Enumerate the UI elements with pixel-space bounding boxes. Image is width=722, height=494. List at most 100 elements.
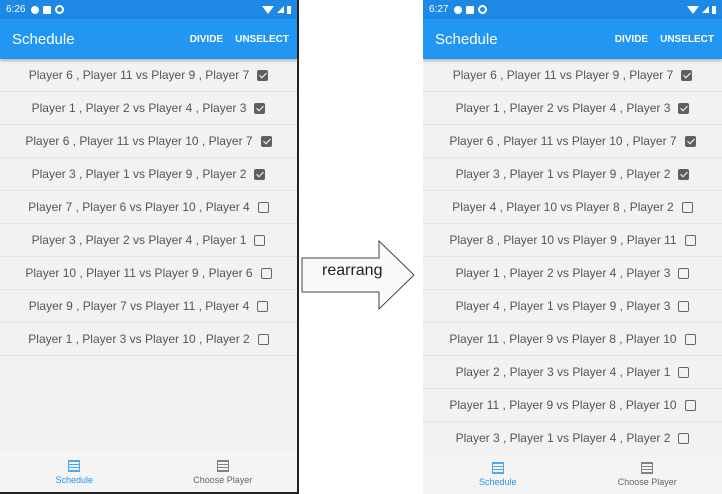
status-time: 6:27 xyxy=(429,4,449,15)
match-text: Player 3 , Player 2 vs Player 4 , Player… xyxy=(31,233,247,247)
match-text: Player 6 , Player 11 vs Player 10 , Play… xyxy=(449,134,677,148)
match-text: Player 6 , Player 11 vs Player 10 , Play… xyxy=(25,134,253,148)
match-text: Player 2 , Player 3 vs Player 4 , Player… xyxy=(455,365,671,379)
match-row[interactable]: Player 1 , Player 2 vs Player 4 , Player… xyxy=(423,257,722,290)
divide-button[interactable]: DIVIDE xyxy=(615,34,648,45)
schedule-icon xyxy=(68,459,81,472)
match-row[interactable]: Player 3 , Player 1 vs Player 9 , Player… xyxy=(423,158,722,191)
match-row[interactable]: Player 1 , Player 2 vs Player 4 , Player… xyxy=(423,92,722,125)
match-checkbox[interactable] xyxy=(678,267,690,279)
battery-icon xyxy=(287,5,291,14)
match-row[interactable]: Player 6 , Player 11 vs Player 10 , Play… xyxy=(0,125,297,158)
match-text: Player 3 , Player 1 vs Player 4 , Player… xyxy=(455,431,671,445)
nav-tab-schedule[interactable]: Schedule xyxy=(423,454,573,494)
match-checkbox[interactable] xyxy=(260,267,272,279)
match-row[interactable]: Player 2 , Player 3 vs Player 4 , Player… xyxy=(423,356,722,389)
match-text: Player 4 , Player 10 vs Player 8 , Playe… xyxy=(452,200,674,214)
match-row[interactable]: Player 6 , Player 11 vs Player 10 , Play… xyxy=(423,125,722,158)
match-checkbox[interactable] xyxy=(678,102,690,114)
bottom-navigation: Schedule Choose Player xyxy=(423,454,722,494)
match-row[interactable]: Player 11 , Player 9 vs Player 8 , Playe… xyxy=(423,323,722,356)
match-checkbox[interactable] xyxy=(260,135,272,147)
phone-screen-before: 6:26 Schedule DIVIDE UNSELECT Player 6 ,… xyxy=(0,0,299,494)
player-list-icon xyxy=(216,459,229,472)
match-row[interactable]: Player 3 , Player 2 vs Player 4 , Player… xyxy=(0,224,297,257)
player-list-icon xyxy=(641,461,654,474)
signal-icon xyxy=(702,6,709,13)
match-checkbox[interactable] xyxy=(257,333,269,345)
match-row[interactable]: Player 3 , Player 1 vs Player 4 , Player… xyxy=(423,422,722,455)
match-text: Player 3 , Player 1 vs Player 9 , Player… xyxy=(455,167,671,181)
match-row[interactable]: Player 6 , Player 11 vs Player 9 , Playe… xyxy=(0,59,297,92)
status-bar: 6:27 xyxy=(423,0,722,19)
match-checkbox[interactable] xyxy=(684,333,696,345)
match-checkbox[interactable] xyxy=(254,234,266,246)
settings-icon xyxy=(454,5,463,14)
match-text: Player 9 , Player 7 vs Player 11 , Playe… xyxy=(28,299,250,313)
schedule-icon xyxy=(491,461,504,474)
wifi-icon xyxy=(262,5,274,14)
app-toolbar: Schedule DIVIDE UNSELECT xyxy=(423,19,722,59)
match-checkbox[interactable] xyxy=(678,300,690,312)
match-checkbox[interactable] xyxy=(257,300,269,312)
match-checkbox[interactable] xyxy=(684,234,696,246)
nav-tab-choose-player[interactable]: Choose Player xyxy=(573,454,722,494)
match-checkbox[interactable] xyxy=(684,399,696,411)
nav-tab-label: Schedule xyxy=(478,476,517,487)
match-row[interactable]: Player 7 , Player 6 vs Player 10 , Playe… xyxy=(0,191,297,224)
match-row[interactable]: Player 11 , Player 9 vs Player 8 , Playe… xyxy=(423,389,722,422)
match-text: Player 1 , Player 2 vs Player 4 , Player… xyxy=(31,101,247,115)
match-row[interactable]: Player 1 , Player 3 vs Player 10 , Playe… xyxy=(0,323,297,356)
match-row[interactable]: Player 3 , Player 1 vs Player 9 , Player… xyxy=(0,158,297,191)
unselect-button[interactable]: UNSELECT xyxy=(235,34,289,45)
match-text: Player 1 , Player 3 vs Player 10 , Playe… xyxy=(28,332,250,346)
nav-tab-schedule[interactable]: Schedule xyxy=(0,452,149,492)
signal-icon xyxy=(277,6,284,13)
match-text: Player 1 , Player 2 vs Player 4 , Player… xyxy=(455,266,671,280)
match-checkbox[interactable] xyxy=(681,201,693,213)
match-checkbox[interactable] xyxy=(254,102,266,114)
sync-icon xyxy=(478,5,488,14)
match-row[interactable]: Player 9 , Player 7 vs Player 11 , Playe… xyxy=(0,290,297,323)
match-row[interactable]: Player 4 , Player 1 vs Player 9 , Player… xyxy=(423,290,722,323)
sim-card-icon xyxy=(43,5,52,14)
match-checkbox[interactable] xyxy=(684,135,696,147)
settings-icon xyxy=(31,5,40,14)
bottom-navigation: Schedule Choose Player xyxy=(0,452,297,492)
match-text: Player 6 , Player 11 vs Player 9 , Playe… xyxy=(28,68,250,82)
divide-button[interactable]: DIVIDE xyxy=(190,34,223,45)
match-text: Player 8 , Player 10 vs Player 9 , Playe… xyxy=(449,233,677,247)
wifi-icon xyxy=(687,5,699,14)
match-checkbox[interactable] xyxy=(257,69,269,81)
sync-icon xyxy=(55,5,65,14)
match-checkbox[interactable] xyxy=(681,69,693,81)
nav-tab-choose-player[interactable]: Choose Player xyxy=(149,452,298,492)
toolbar-title: Schedule xyxy=(12,30,75,48)
match-checkbox[interactable] xyxy=(678,168,690,180)
match-list: Player 6 , Player 11 vs Player 9 , Playe… xyxy=(423,59,722,455)
match-row[interactable]: Player 10 , Player 11 vs Player 9 , Play… xyxy=(0,257,297,290)
match-text: Player 10 , Player 11 vs Player 9 , Play… xyxy=(25,266,253,280)
toolbar-title: Schedule xyxy=(435,30,498,48)
match-text: Player 3 , Player 1 vs Player 9 , Player… xyxy=(31,167,247,181)
match-checkbox[interactable] xyxy=(257,201,269,213)
match-text: Player 11 , Player 9 vs Player 8 , Playe… xyxy=(449,332,677,346)
status-bar: 6:26 xyxy=(0,0,297,19)
nav-tab-label: Schedule xyxy=(55,474,94,485)
match-text: Player 6 , Player 11 vs Player 9 , Playe… xyxy=(452,68,674,82)
match-row[interactable]: Player 4 , Player 10 vs Player 8 , Playe… xyxy=(423,191,722,224)
match-checkbox[interactable] xyxy=(678,432,690,444)
match-checkbox[interactable] xyxy=(678,366,690,378)
unselect-button[interactable]: UNSELECT xyxy=(660,34,714,45)
match-row[interactable]: Player 8 , Player 10 vs Player 9 , Playe… xyxy=(423,224,722,257)
match-row[interactable]: Player 1 , Player 2 vs Player 4 , Player… xyxy=(0,92,297,125)
sim-card-icon xyxy=(466,5,475,14)
nav-tab-label: Choose Player xyxy=(193,474,253,485)
match-text: Player 11 , Player 9 vs Player 8 , Playe… xyxy=(449,398,677,412)
match-row[interactable]: Player 6 , Player 11 vs Player 9 , Playe… xyxy=(423,59,722,92)
match-text: Player 7 , Player 6 vs Player 10 , Playe… xyxy=(28,200,250,214)
match-text: Player 4 , Player 1 vs Player 9 , Player… xyxy=(455,299,671,313)
match-checkbox[interactable] xyxy=(254,168,266,180)
nav-tab-label: Choose Player xyxy=(617,476,677,487)
phone-screen-after: 6:27 Schedule DIVIDE UNSELECT Player 6 ,… xyxy=(423,0,722,494)
